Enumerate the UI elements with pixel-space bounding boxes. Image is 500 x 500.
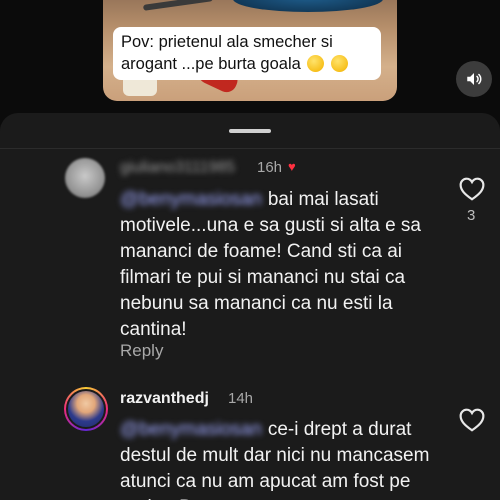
like-count: 3 (467, 207, 476, 224)
sound-toggle-button[interactable] (456, 61, 492, 97)
sheet-drag-handle[interactable] (229, 129, 271, 133)
comment-body: bai mai lasati motivele...una e sa gusti… (120, 189, 421, 340)
heart-outline-icon (459, 408, 485, 432)
plate-image (233, 0, 383, 12)
like-button[interactable] (459, 177, 485, 201)
sweat-smile-emoji-icon (331, 55, 348, 72)
comment-time: 14h (228, 390, 254, 407)
like-button[interactable] (459, 408, 485, 432)
comment-text: @benymasiosan ce-i drept a durat destul d… (120, 417, 450, 500)
creator-liked-heart-icon: ♥ (288, 159, 296, 174)
sweat-smile-emoji-icon (307, 55, 325, 72)
comment-item: giuliano3111985 16h ♥ @benymasiosan bai m… (0, 157, 500, 367)
video-caption-text: Pov: prietenul ala smecher si arogant ..… (121, 33, 333, 73)
reply-button[interactable]: Reply (120, 341, 163, 361)
comment-username[interactable]: razvanthedj (120, 390, 209, 408)
comment-username[interactable]: giuliano3111985 (120, 159, 235, 177)
comment-mention[interactable]: @benymasiosan (120, 419, 262, 440)
comment-mention[interactable]: @benymasiosan (120, 189, 262, 210)
comment-text: @benymasiosan bai mai lasati motivele...u… (120, 187, 450, 343)
fork-image (142, 0, 214, 11)
heart-outline-icon (459, 177, 485, 201)
speaker-icon (467, 73, 482, 85)
avatar[interactable] (64, 387, 108, 431)
comment-time: 16h (257, 159, 283, 176)
comment-item: razvanthedj 14h @benymasiosan ce-i drept … (0, 385, 500, 500)
video-preview[interactable]: Pov: prietenul ala smecher si arogant ..… (0, 0, 500, 125)
sheet-divider (0, 148, 500, 149)
video-caption: Pov: prietenul ala smecher si arogant ..… (113, 27, 381, 80)
comments-sheet: giuliano3111985 16h ♥ @benymasiosan bai m… (0, 113, 500, 500)
avatar-image (66, 389, 106, 429)
comments-screen: Pov: prietenul ala smecher si arogant ..… (0, 0, 500, 500)
avatar[interactable] (65, 158, 105, 198)
